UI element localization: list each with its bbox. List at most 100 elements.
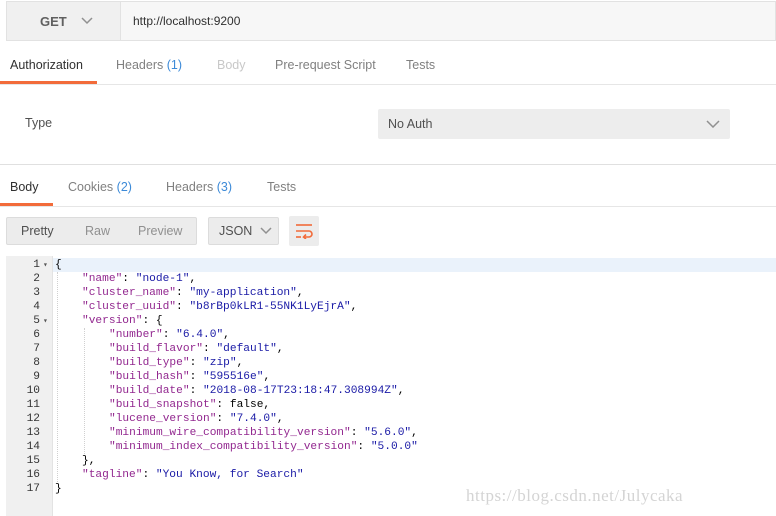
json-key: "version" xyxy=(82,315,143,327)
json-key: "build_type" xyxy=(109,357,190,369)
tab-test-results[interactable]: Tests xyxy=(267,174,296,205)
format-select[interactable]: JSON xyxy=(208,217,279,245)
fold-toggle-icon[interactable]: ▾ xyxy=(43,316,48,326)
tab-count-badge: (3) xyxy=(216,180,233,194)
line-number: 10 xyxy=(26,385,40,397)
json-punctuation: : xyxy=(189,371,204,383)
view-preview-button[interactable]: Preview xyxy=(138,218,182,244)
json-punctuation: : xyxy=(357,441,371,453)
json-punctuation: , xyxy=(296,287,304,299)
line-number: 17 xyxy=(26,483,40,495)
json-string-value: "my-application" xyxy=(189,287,297,299)
auth-type-label: Type xyxy=(25,116,53,130)
code-line: { xyxy=(55,258,62,272)
json-punctuation: , xyxy=(276,413,284,425)
json-punctuation: : xyxy=(176,301,190,313)
indent-guide xyxy=(84,328,85,454)
json-string-value: "7.4.0" xyxy=(229,413,277,425)
json-string-value: "2018-08-17T23:18:47.308994Z" xyxy=(203,385,398,397)
wrap-lines-icon xyxy=(296,224,313,239)
tab-label: Body xyxy=(217,58,246,72)
json-punctuation: } xyxy=(55,483,62,495)
code-line: "lucene_version": "7.4.0", xyxy=(55,412,284,426)
code-line: "tagline": "You Know, for Search" xyxy=(55,468,304,482)
auth-type-select[interactable]: No Auth xyxy=(378,109,730,139)
json-key: "cluster_uuid" xyxy=(82,301,176,313)
view-pretty-button[interactable]: Pretty xyxy=(21,218,54,244)
json-punctuation: : xyxy=(350,427,365,439)
code-line: "minimum_wire_compatibility_version": "5… xyxy=(55,426,418,440)
tab-headers[interactable]: Headers (1) xyxy=(116,52,182,83)
url-input[interactable]: http://localhost:9200 xyxy=(121,1,776,41)
tab-label: Headers xyxy=(166,180,214,194)
json-key: "build_snapshot" xyxy=(109,399,217,411)
json-punctuation: , xyxy=(236,357,244,369)
line-number: 7 xyxy=(33,343,40,355)
json-punctuation: : { xyxy=(142,315,163,327)
json-punctuation: }, xyxy=(82,455,96,467)
json-string-value: "5.0.0" xyxy=(370,441,418,453)
section-divider xyxy=(0,164,776,165)
tab-response-body[interactable]: Body xyxy=(0,174,53,206)
json-key: "build_hash" xyxy=(109,371,190,383)
tab-authorization[interactable]: Authorization xyxy=(0,52,97,84)
tab-tests[interactable]: Tests xyxy=(406,52,435,83)
line-number: 11 xyxy=(26,399,40,411)
chevron-down-icon xyxy=(706,120,720,128)
json-key: "build_flavor" xyxy=(109,343,203,355)
json-punctuation: : xyxy=(162,329,177,341)
json-punctuation: , xyxy=(276,343,284,355)
code-line: "number": "6.4.0", xyxy=(55,328,230,342)
line-number: 4 xyxy=(33,301,40,313)
chevron-down-icon xyxy=(81,17,93,25)
json-punctuation: : xyxy=(216,413,230,425)
line-number: 12 xyxy=(26,413,40,425)
code-line: "build_snapshot": false, xyxy=(55,398,270,412)
method-label: GET xyxy=(40,13,67,29)
line-number: 1 xyxy=(33,259,40,271)
line-number: 14 xyxy=(26,441,40,453)
tab-label: Pre-request Script xyxy=(275,58,376,72)
json-punctuation: , xyxy=(411,427,418,439)
json-key: "number" xyxy=(109,329,163,341)
json-punctuation: , xyxy=(350,301,358,313)
json-punctuation: , xyxy=(263,371,271,383)
active-line-highlight xyxy=(6,258,776,272)
code-line: "build_flavor": "default", xyxy=(55,342,284,356)
fold-toggle-icon[interactable]: ▾ xyxy=(43,260,48,270)
json-punctuation: : false, xyxy=(216,399,271,411)
json-string-value: "default" xyxy=(216,343,277,355)
code-line: }, xyxy=(55,454,95,468)
line-number: 3 xyxy=(33,287,40,299)
json-string-value: "node-1" xyxy=(135,273,190,285)
json-key: "build_date" xyxy=(109,385,190,397)
tab-pre-request-script[interactable]: Pre-request Script xyxy=(275,52,376,83)
tab-count-badge: (1) xyxy=(166,58,183,72)
line-number: 9 xyxy=(33,371,40,383)
json-string-value: "6.4.0" xyxy=(176,329,224,341)
json-key: "minimum_wire_compatibility_version" xyxy=(109,427,351,439)
tab-body[interactable]: Body xyxy=(217,52,246,83)
json-punctuation: , xyxy=(189,273,197,285)
json-key: "tagline" xyxy=(82,469,143,481)
line-number: 6 xyxy=(33,329,40,341)
view-raw-button[interactable]: Raw xyxy=(85,218,110,244)
json-key: "name" xyxy=(82,273,123,285)
code-line: "version": { xyxy=(55,314,163,328)
method-select[interactable]: GET xyxy=(6,1,121,41)
json-punctuation: : xyxy=(142,469,156,481)
tab-count-badge: (2) xyxy=(116,180,132,194)
wrap-lines-button[interactable] xyxy=(289,216,319,246)
tab-label: Tests xyxy=(406,58,436,72)
tab-cookies[interactable]: Cookies (2) xyxy=(68,174,132,205)
json-punctuation: : xyxy=(203,343,217,355)
response-body-editor[interactable]: 1 ▾{2 "name": "node-1", 3 "cluster_name": "m… xyxy=(6,256,776,516)
json-key: "lucene_version" xyxy=(109,413,217,425)
json-punctuation: , xyxy=(397,385,405,397)
code-line: "cluster_name": "my-application", xyxy=(55,286,304,300)
line-number: 13 xyxy=(26,427,40,439)
watermark: https://blog.csdn.net/Julycaka xyxy=(466,486,684,505)
json-punctuation: : xyxy=(176,287,190,299)
code-line: "cluster_uuid": "b8rBp0kLR1-55NK1LyEjrA"… xyxy=(55,300,357,314)
tab-response-headers[interactable]: Headers (3) xyxy=(166,174,232,205)
